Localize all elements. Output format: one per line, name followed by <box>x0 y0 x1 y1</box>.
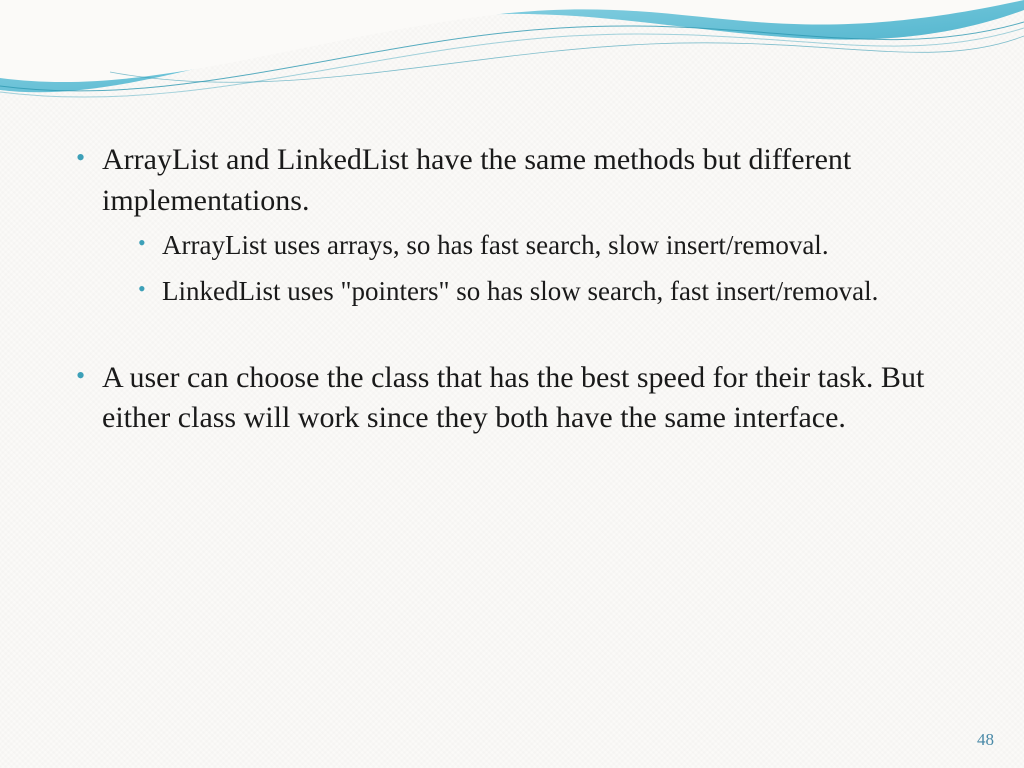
bullet-1-sub-2: LinkedList uses "pointers" so has slow s… <box>136 273 952 309</box>
bullet-1-text: ArrayList and LinkedList have the same m… <box>102 143 851 217</box>
bullet-1-sub-2-text: LinkedList uses "pointers" so has slow s… <box>162 276 878 306</box>
bullet-1: ArrayList and LinkedList have the same m… <box>72 140 952 310</box>
bullet-1-sub-1: ArrayList uses arrays, so has fast searc… <box>136 227 952 263</box>
bullet-1-sub-1-text: ArrayList uses arrays, so has fast searc… <box>162 230 829 260</box>
bullet-2: A user can choose the class that has the… <box>72 358 952 439</box>
page-number: 48 <box>977 730 994 750</box>
slide-body: ArrayList and LinkedList have the same m… <box>72 140 952 449</box>
bullet-2-text: A user can choose the class that has the… <box>102 361 924 435</box>
header-swoosh <box>0 0 1024 160</box>
